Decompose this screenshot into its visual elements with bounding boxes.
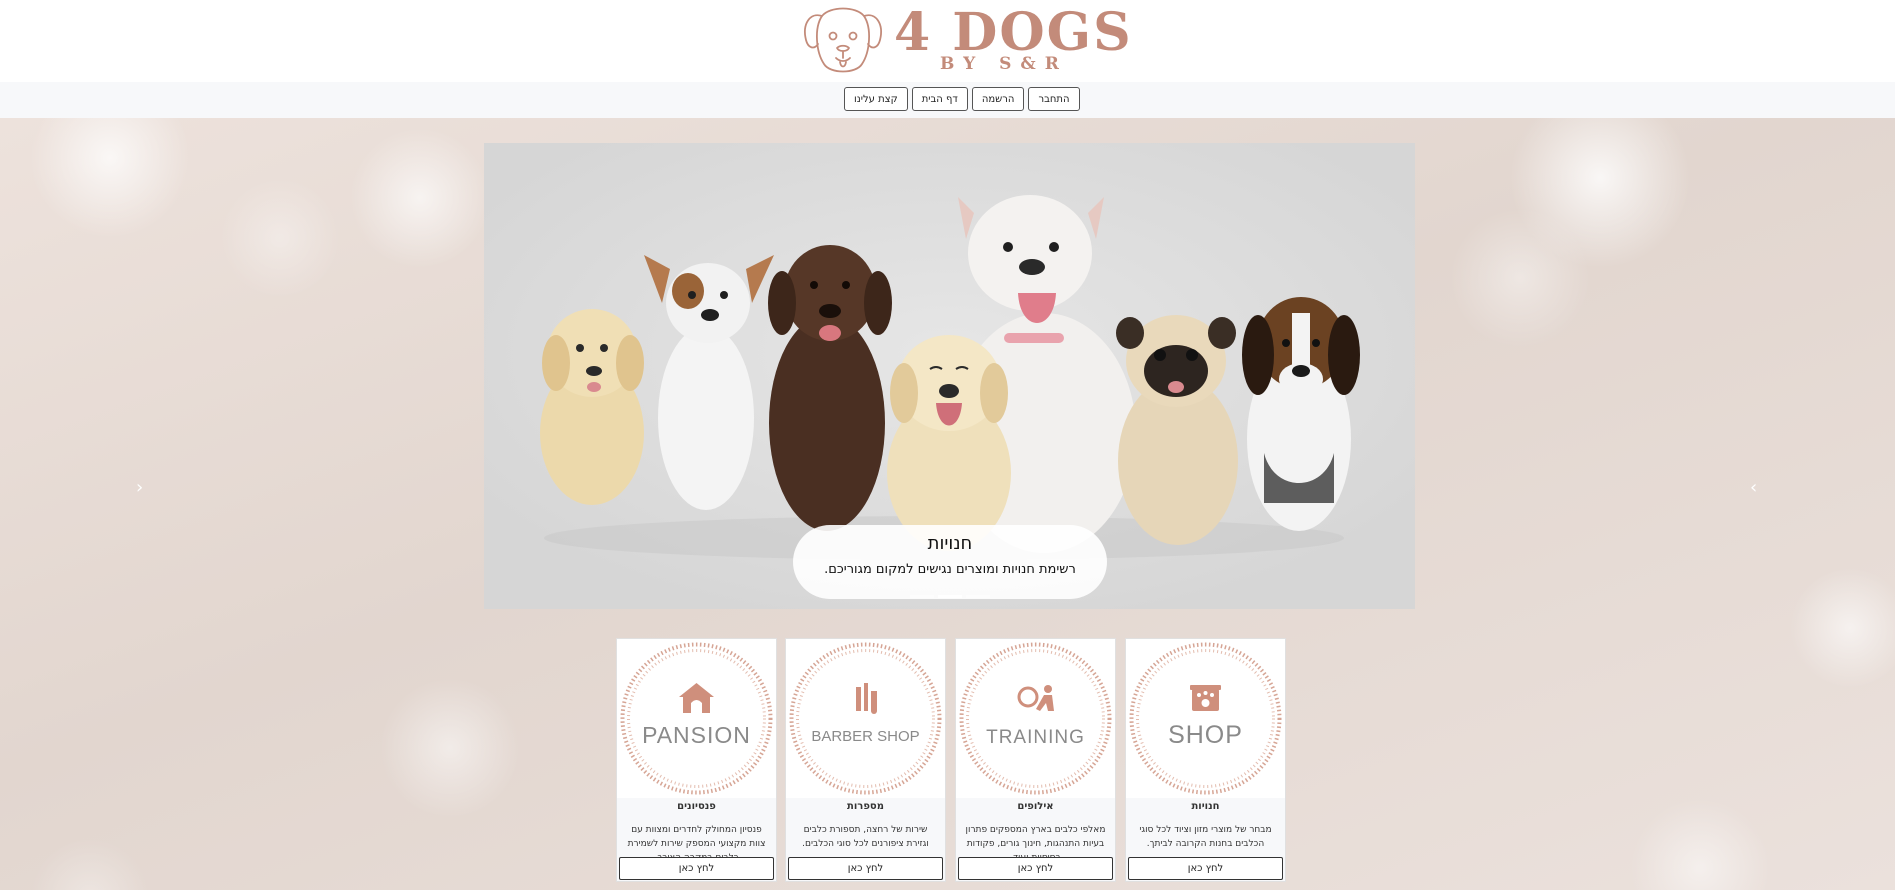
card-training-logo-text: TRAINING [986,727,1085,748]
card-shop-logo: SHOP [1126,639,1285,798]
pug [1116,315,1238,545]
card-shop: SHOP חנויות מבחר של מוצרי מזון וציוד לכל… [1125,638,1286,882]
storefront-paw-icon [1190,685,1221,711]
about-button[interactable]: קצת עלינו [844,87,908,111]
card-pansion-logo-text: PANSION [642,722,751,748]
chevron-left-icon[interactable]: ‹ [136,478,143,498]
carousel-indicator-active[interactable] [937,595,962,598]
card-shop-button[interactable]: לחץ כאן [1128,857,1283,880]
hero-carousel[interactable]: חנויות רשימת חנויות ומוצרים נגישים למקום… [484,143,1415,609]
card-shop-text: מבחר של מוצרי מזון וציוד לכל סוגי הכלבים… [1139,825,1272,849]
register-button[interactable]: הרשמה [971,87,1025,111]
top-nav: התחבר הרשמה דף הבית קצת עלינו [0,82,1895,119]
service-cards: SHOP חנויות מבחר של מוצרי מזון וציוד לכל… [616,638,1286,890]
nav-buttons: התחבר הרשמה דף הבית קצת עלינו [844,87,1080,111]
card-training-title: אילופים [1017,801,1054,812]
card-barber-logo: BARBER SHOP [786,639,945,798]
card-pansion: PANSION פנסיונים פנסיון המחולק לחדרים ומ… [616,638,777,882]
dog-head-icon [804,7,882,73]
logo-bar: 4 DOGS BY S&R [0,0,1895,82]
chevron-right-icon[interactable]: › [1750,478,1757,498]
carousel-caption-text: רשימת חנויות ומוצרים נגישים למקום מגוריכ… [824,562,1076,577]
login-button[interactable]: התחבר [1028,87,1080,111]
logo-subtitle: BY S&R [940,54,1068,74]
card-barber: BARBER SHOP מספרות שירות של רחצה, תספורת… [785,638,946,882]
carousel-indicators [484,595,1415,598]
carousel-caption: חנויות רשימת חנויות ומוצרים נגישים למקום… [793,525,1107,599]
home-button[interactable]: דף הבית [911,87,968,111]
card-pansion-logo: PANSION [617,639,776,798]
brand-logo[interactable]: 4 DOGS BY S&R [800,2,1131,80]
card-pansion-title: פנסיונים [677,801,716,812]
card-training: TRAINING אילופים מאלפי כלבים בארץ המספקי… [955,638,1116,882]
carousel-indicator[interactable] [965,595,990,598]
card-barber-button[interactable]: לחץ כאן [788,857,943,880]
card-barber-text: שירות של רחצה, תספורת כלבים וגזירת ציפור… [802,825,929,849]
card-barber-logo-text: BARBER SHOP [811,728,919,745]
card-pansion-button[interactable]: לחץ כאן [619,857,774,880]
card-barber-title: מספרות [847,801,884,812]
card-shop-logo-text: SHOP [1168,721,1243,749]
golden-puppy-center [887,335,1011,551]
golden-puppy-left [540,309,644,505]
carousel-indicator[interactable] [909,595,934,598]
card-training-logo: TRAINING [956,639,1115,798]
card-training-button[interactable]: לחץ כאן [958,857,1113,880]
carousel-caption-title: חנויות [927,533,973,554]
card-shop-title: חנויות [1191,801,1220,812]
